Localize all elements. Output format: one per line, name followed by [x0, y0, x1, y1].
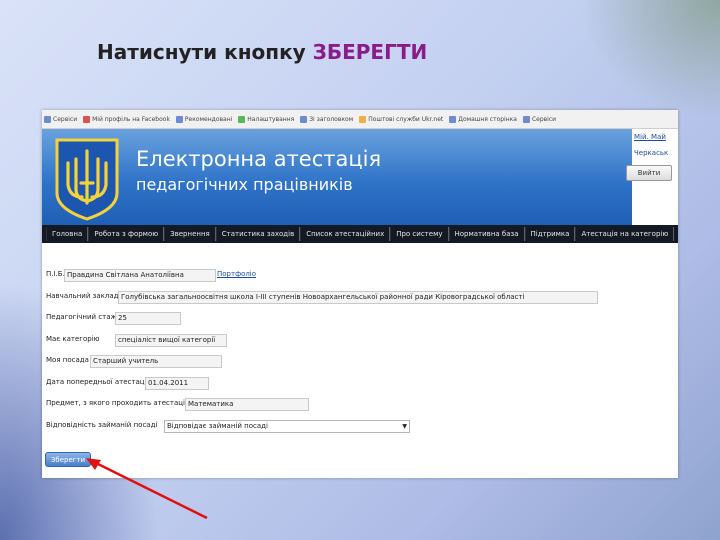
pointer-arrow — [86, 458, 208, 520]
